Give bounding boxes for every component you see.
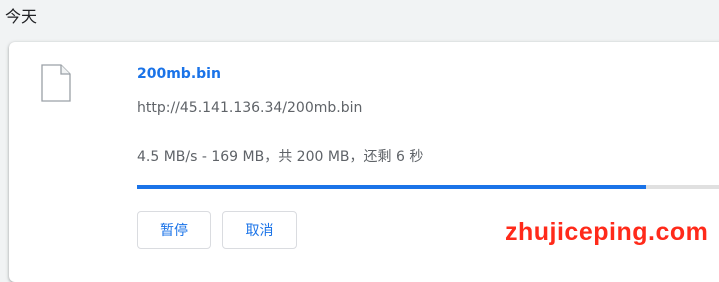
file-url[interactable]: http://45.141.136.34/200mb.bin	[137, 100, 362, 116]
file-icon	[41, 64, 71, 102]
cancel-button[interactable]: 取消	[222, 211, 297, 249]
download-status-text: 4.5 MB/s - 169 MB，共 200 MB，还剩 6 秒	[137, 149, 424, 165]
date-section-header: 今天	[5, 7, 38, 26]
watermark: zhujiceping.com	[505, 218, 709, 246]
download-progress-bar	[137, 185, 719, 189]
download-progress-fill	[137, 185, 646, 189]
file-name-link[interactable]: 200mb.bin	[137, 66, 221, 82]
pause-button[interactable]: 暂停	[137, 211, 211, 249]
